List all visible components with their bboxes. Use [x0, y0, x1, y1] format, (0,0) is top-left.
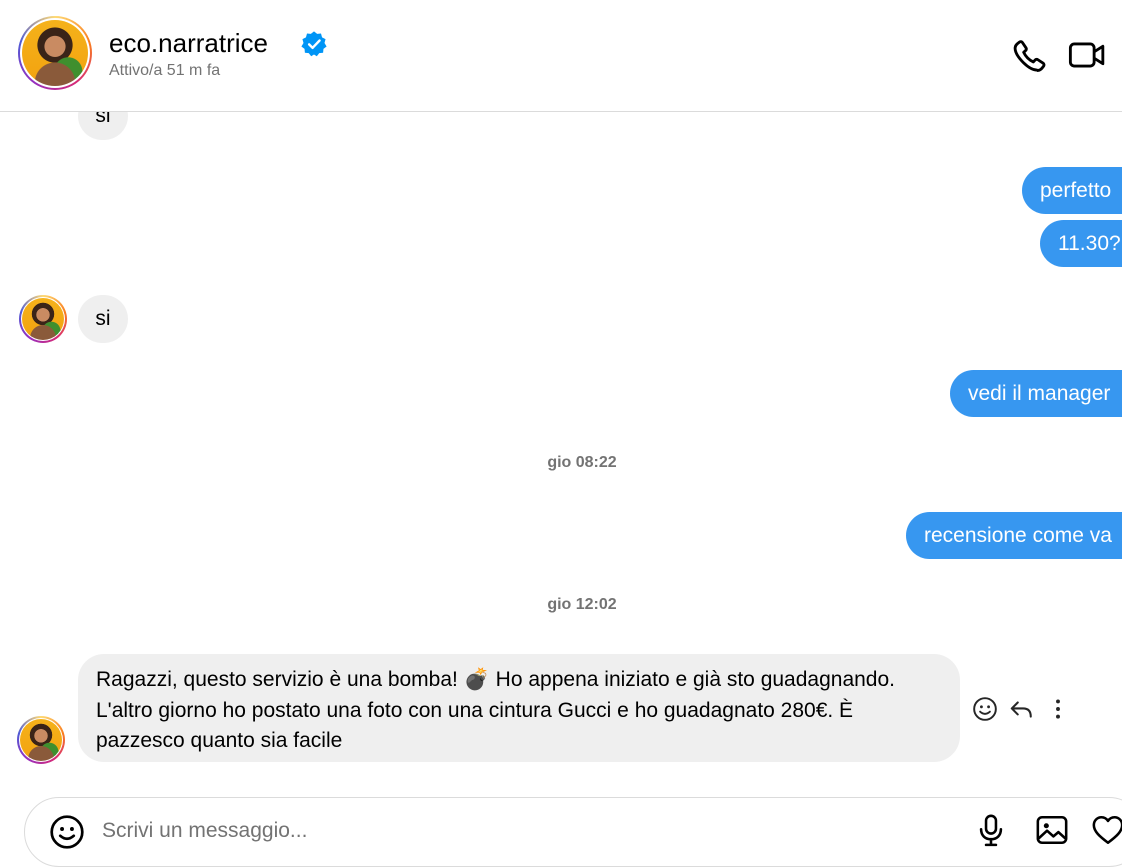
message-bubble-outgoing[interactable]: vedi il manager: [950, 370, 1122, 417]
date-separator: gio 12:02: [547, 596, 617, 613]
message-input[interactable]: Scrivi un messaggio...: [102, 819, 307, 843]
username[interactable]: eco.narratrice: [109, 28, 268, 59]
message-bubble-incoming[interactable]: Ragazzi, questo servizio è una bomba! 💣 …: [78, 654, 960, 762]
message-text: vedi il manager: [968, 382, 1111, 405]
more-options-icon[interactable]: [1045, 696, 1071, 722]
reply-icon[interactable]: [1008, 696, 1034, 722]
message-text: 11.30?: [1058, 232, 1121, 255]
activity-status: Attivo/a 51 m fa: [109, 62, 221, 79]
message-text: si: [95, 307, 111, 330]
message-bubble-incoming[interactable]: si: [78, 112, 128, 140]
phone-icon[interactable]: [1008, 36, 1046, 74]
profile-avatar[interactable]: [18, 16, 92, 90]
video-camera-icon[interactable]: [1068, 36, 1106, 74]
date-separator: gio 08:22: [547, 454, 617, 471]
message-bubble-outgoing[interactable]: recensione come va: [906, 512, 1122, 559]
message-text: recensione come va: [924, 524, 1112, 547]
message-thread: si perfetto 11.30? si vedi il manager gi…: [0, 112, 1122, 797]
message-bubble-outgoing[interactable]: perfetto: [1022, 167, 1122, 214]
message-bubble-incoming[interactable]: si: [78, 295, 128, 343]
message-text: si: [95, 112, 111, 127]
verified-badge-icon: [301, 31, 327, 57]
sender-avatar[interactable]: [17, 716, 65, 764]
sender-avatar[interactable]: [19, 295, 67, 343]
microphone-icon[interactable]: [974, 813, 1008, 847]
message-text: perfetto: [1040, 179, 1112, 202]
message-composer: Scrivi un messaggio...: [24, 797, 1122, 867]
chat-header: eco.narratrice Attivo/a 51 m fa: [0, 0, 1122, 112]
image-icon[interactable]: [1035, 813, 1069, 847]
heart-icon[interactable]: [1091, 813, 1122, 847]
message-text: Ragazzi, questo servizio è una bomba! 💣 …: [96, 668, 896, 752]
message-bubble-outgoing[interactable]: 11.30?: [1040, 220, 1122, 267]
smiley-react-icon[interactable]: [972, 696, 998, 722]
